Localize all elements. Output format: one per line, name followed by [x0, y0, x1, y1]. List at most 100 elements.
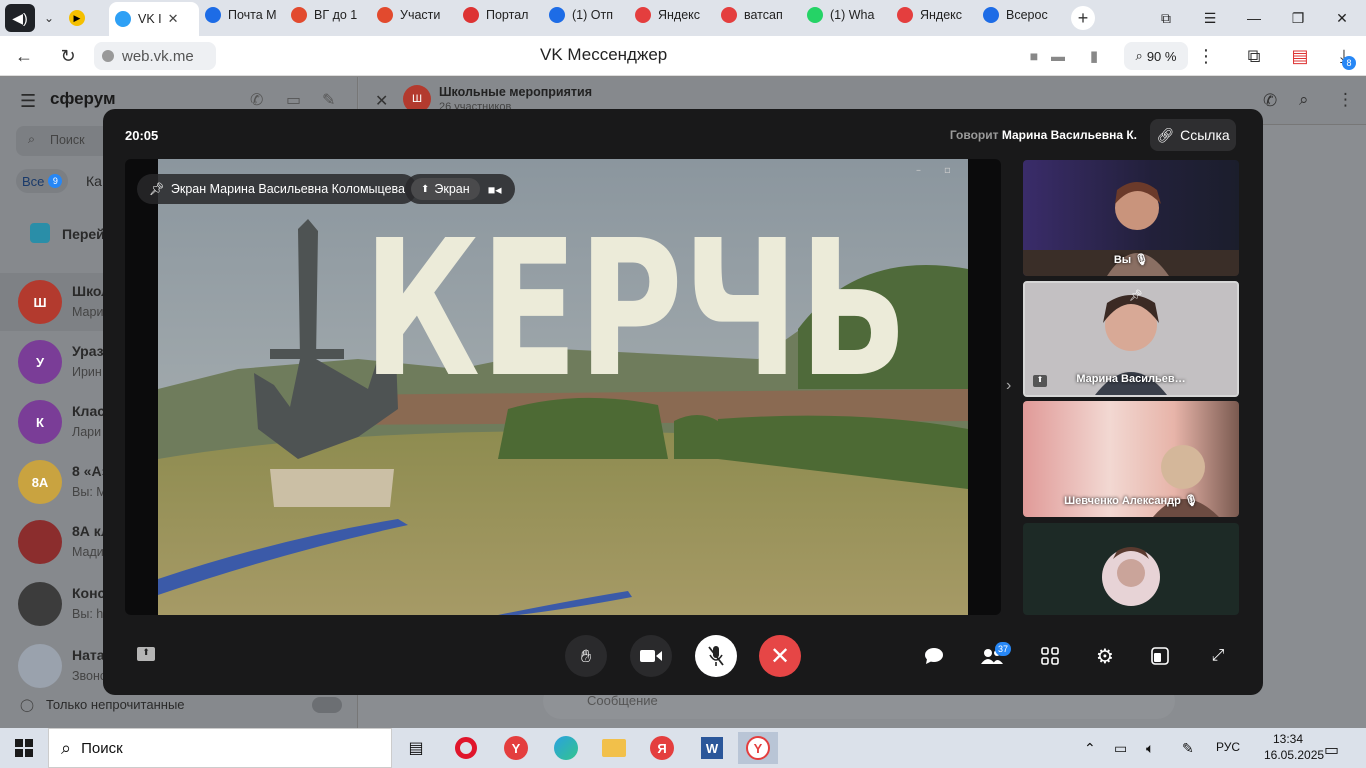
share-screen-icon[interactable]: ⬆	[137, 647, 155, 661]
archive-icon[interactable]: ▭	[286, 90, 301, 110]
expand-participants-chevron-icon[interactable]: ›	[1006, 377, 1011, 395]
browser-tab-label: ватсап	[744, 8, 783, 22]
filter-next[interactable]: Ка	[86, 173, 102, 189]
participant-tile-shevchenko[interactable]: Шевченко Александр 🎙︎	[1023, 401, 1239, 517]
chat-title: Ната	[72, 647, 105, 663]
notifications-icon[interactable]: ▭	[1324, 740, 1339, 760]
camera-icon[interactable]: ■	[1022, 44, 1046, 68]
call-duration: 20:05	[125, 128, 159, 143]
browser-tab[interactable]: Почта М	[199, 0, 285, 30]
language-indicator[interactable]: РУС	[1216, 740, 1240, 754]
browser-tab[interactable]: Всерос	[977, 0, 1063, 30]
hamburger-icon[interactable]: ☰	[20, 91, 36, 112]
camera-button[interactable]	[630, 635, 672, 677]
minimize-call-button[interactable]	[1148, 644, 1172, 668]
folder-label[interactable]: Перей	[62, 226, 105, 242]
browser-tab-label: Почта М	[228, 8, 277, 22]
yandex-browser-active-icon[interactable]: Y	[738, 732, 778, 764]
extensions-icon[interactable]: ⧉	[1242, 44, 1266, 68]
close-window-button[interactable]: ✕	[1320, 0, 1364, 36]
clock-time: 13:34	[1272, 732, 1304, 746]
new-call-icon[interactable]: ✆	[250, 90, 263, 110]
clock[interactable]: 13:34 16.05.2025	[1264, 732, 1324, 762]
new-tab-button[interactable]: +	[1071, 6, 1095, 30]
end-call-button[interactable]: ✕	[759, 635, 801, 677]
back-arrow-icon[interactable]: ←	[12, 44, 36, 68]
tab-collection-icon[interactable]: ⧉	[1144, 0, 1188, 36]
microphone-button[interactable]	[695, 635, 737, 677]
volume-icon[interactable]: 🔈︎	[1146, 740, 1154, 757]
restore-button[interactable]: ❐	[1276, 0, 1320, 36]
fullscreen-button[interactable]: ⤢	[1206, 644, 1230, 668]
close-tab-icon[interactable]: ✕	[168, 11, 179, 27]
kerch-letters: КЕРЧЬ	[363, 200, 908, 419]
taskbar-search[interactable]: ⌕ Поиск	[48, 728, 392, 768]
participant-tile-marina[interactable]: 📌︎ ⬆ Марина Васильев…	[1023, 281, 1239, 397]
phone-icon[interactable]: ✆	[1263, 91, 1277, 111]
browser-tab[interactable]: Участи	[371, 0, 457, 30]
pdf-extension-icon[interactable]: ▤	[1288, 44, 1312, 68]
tab-yandex-play[interactable]: ▶	[63, 3, 109, 33]
more-vert-icon[interactable]: ⋮	[1194, 44, 1218, 68]
settings-button[interactable]: ⚙	[1093, 644, 1117, 668]
browser-tab[interactable]: (1) Отп	[543, 0, 629, 30]
copy-link-button[interactable]: 🔗︎ Ссылка	[1150, 119, 1236, 151]
compose-icon[interactable]: ✎	[322, 90, 335, 110]
only-unread-toggle[interactable]	[312, 697, 342, 713]
edge-icon[interactable]	[546, 732, 586, 764]
grid-layout-button[interactable]	[1038, 644, 1062, 668]
zoom-indicator[interactable]: ⌕ 90 %	[1124, 42, 1188, 70]
reload-icon[interactable]: ↻	[56, 44, 80, 68]
tab-list-chevron-icon[interactable]: ⌄	[35, 11, 63, 25]
minimize-button[interactable]: —	[1232, 0, 1276, 36]
chat-bubble-icon[interactable]: ▬	[1046, 44, 1070, 68]
bookmark-icon[interactable]: ▮	[1082, 44, 1106, 68]
filter-all[interactable]: Все 9	[16, 169, 69, 193]
file-explorer-icon[interactable]	[594, 732, 634, 764]
browser-tab-label: Всерос	[1006, 8, 1048, 22]
camera-view-icon[interactable]: ■◂	[480, 182, 510, 197]
yandex-icon[interactable]: Я	[642, 732, 682, 764]
browser-tab[interactable]: Яндекс	[891, 0, 977, 30]
opera-icon[interactable]	[446, 732, 486, 764]
show-hidden-icons-chevron-icon[interactable]: ⌃	[1084, 740, 1096, 757]
screen-view-tab[interactable]: ⬆ Экран	[411, 178, 480, 200]
close-chat-icon[interactable]: ✕	[375, 91, 388, 111]
battery-icon[interactable]: ▭	[1114, 740, 1127, 757]
alice-voice-icon[interactable]: ◀)	[5, 4, 35, 32]
avatar	[18, 520, 62, 564]
browser-tab[interactable]: ВГ до 1	[285, 0, 371, 30]
doc-icon	[377, 7, 393, 23]
more-icon[interactable]: ⋮	[1337, 90, 1354, 110]
url-field[interactable]: web.vk.me	[94, 42, 216, 70]
task-view-icon[interactable]: ▤	[396, 732, 436, 764]
search-icon[interactable]: ⌕	[1299, 90, 1309, 110]
word-icon[interactable]: W	[692, 732, 732, 764]
address-bar: ← ↻ web.vk.me VK Мессенджер ■ ▬ ▮ ⌕ 90 % …	[0, 36, 1366, 76]
chat-title: Ураз	[72, 343, 104, 359]
raise-hand-button[interactable]: ✋︎	[565, 635, 607, 677]
participant-tile-self[interactable]: Вы 🎙︎	[1023, 160, 1239, 276]
shared-window-minimize-icon: –	[916, 165, 921, 176]
shared-window-maximize-icon: ▫	[944, 165, 951, 176]
browser-menu-icon[interactable]: ☰	[1188, 0, 1232, 36]
participant-tile-4[interactable]	[1023, 523, 1239, 615]
browser-tab[interactable]: VK I ✕	[109, 2, 199, 36]
browser-tab[interactable]: ватсап	[715, 0, 801, 30]
camera-icon	[640, 650, 662, 662]
browser-tab[interactable]: (1) Wha	[801, 0, 891, 30]
browser-tab-label: Портал	[486, 8, 529, 22]
avatar	[18, 644, 62, 688]
start-button[interactable]	[4, 732, 44, 764]
pen-icon[interactable]: ✎	[1182, 740, 1194, 757]
url-text: web.vk.me	[122, 47, 194, 65]
avatar	[18, 582, 62, 626]
browser-tab[interactable]: Портал	[457, 0, 543, 30]
browser-tab-label: VK I	[138, 12, 162, 26]
chat-preview: Вы: М	[72, 485, 107, 499]
site-info-icon[interactable]	[102, 50, 114, 62]
chat-button[interactable]	[922, 644, 946, 668]
yandex-browser-icon[interactable]: Y	[496, 732, 536, 764]
browser-tab[interactable]: Яндекс	[629, 0, 715, 30]
sign-text: КЕРЧЬ	[363, 200, 908, 419]
